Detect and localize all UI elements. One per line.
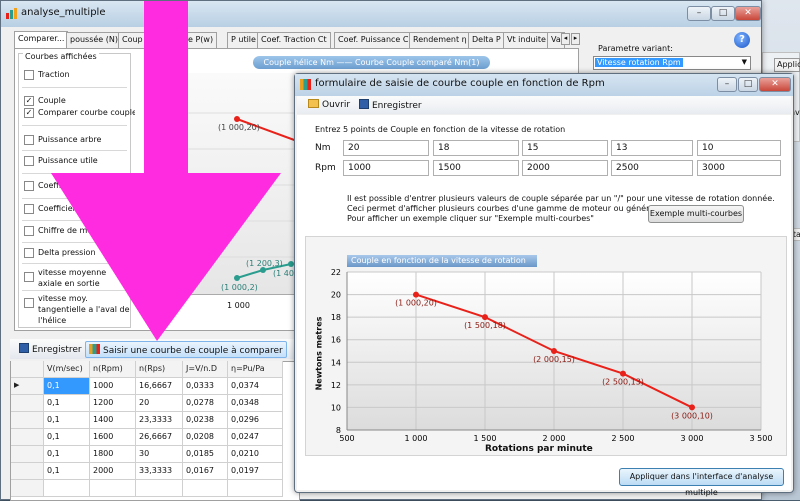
curve-entry-dialog: formulaire de saisie de courbe couple en…: [294, 73, 794, 497]
table-cell[interactable]: 0,0210: [228, 446, 283, 463]
arrow-head: [51, 173, 281, 341]
column-header[interactable]: n(Rps): [136, 361, 183, 378]
y-tick-label: 16: [331, 336, 341, 345]
table-cell[interactable]: 2000: [90, 463, 136, 480]
table-cell[interactable]: 0,0348: [228, 395, 283, 412]
table-cell[interactable]: 0,0278: [183, 395, 228, 412]
data-label: (3 000,10): [671, 411, 713, 420]
table-cell[interactable]: 0,0374: [228, 378, 283, 395]
column-header[interactable]: η=Pu/Pa: [228, 361, 283, 378]
table-cell[interactable]: 1400: [90, 412, 136, 429]
table-cell[interactable]: 0,0167: [183, 463, 228, 480]
x-tick-label: 1 000: [405, 434, 428, 443]
x-tick-label: 2 000: [543, 434, 566, 443]
arrow-annotation: [51, 1, 281, 341]
y-tick-label: 8: [336, 426, 341, 435]
tab-scroll-left[interactable]: ◂: [561, 33, 570, 45]
table-cell[interactable]: [183, 480, 228, 497]
param-select[interactable]: Vitesse rotation Rpm ▼: [593, 56, 751, 70]
help-icon[interactable]: ?: [734, 32, 750, 48]
x-tick-label: 3 000: [681, 434, 704, 443]
y-tick-label: 18: [331, 313, 341, 322]
table-cell[interactable]: 16,6667: [136, 378, 183, 395]
data-label: (1 000,20): [395, 299, 437, 308]
row-selector[interactable]: [11, 412, 44, 429]
table-cell[interactable]: 0,0333: [183, 378, 228, 395]
table-cell[interactable]: 0,0197: [228, 463, 283, 480]
y-tick-label: 12: [331, 381, 341, 390]
data-label: (2 500,13): [602, 378, 644, 387]
grid-corner: [11, 361, 44, 378]
table-cell[interactable]: 23,3333: [136, 412, 183, 429]
table-cell[interactable]: 0,1: [44, 378, 90, 395]
table-cell[interactable]: 0,1: [44, 412, 90, 429]
y-axis-label: Newtons metres: [314, 316, 324, 391]
column-header[interactable]: V(m/sec): [44, 361, 90, 378]
table-cell[interactable]: 0,1: [44, 395, 90, 412]
table-cell[interactable]: 0,0208: [183, 429, 228, 446]
close-button[interactable]: ✕: [735, 6, 761, 21]
row-selector[interactable]: ▶: [11, 378, 44, 395]
table-cell[interactable]: 20: [136, 395, 183, 412]
save-label: Enregistrer: [32, 345, 82, 355]
data-label: (2 000,15): [533, 355, 575, 364]
chart-svg: 500 1 000 1 500 2 000 2 500 3 000 3 500 8 10 12 14…: [331, 268, 773, 443]
table-cell[interactable]: 26,6667: [136, 429, 183, 446]
row-selector[interactable]: [11, 463, 44, 480]
x-tick-label: 1 500: [474, 434, 497, 443]
column-header[interactable]: J=V/n.D: [183, 361, 228, 378]
minimize-button[interactable]: –: [687, 6, 711, 21]
y-tick-label: 10: [331, 403, 341, 412]
row-selector[interactable]: [11, 446, 44, 463]
table-cell[interactable]: 1200: [90, 395, 136, 412]
param-select-value: Vitesse rotation Rpm: [595, 58, 683, 67]
param-label: Parametre variant:: [598, 44, 673, 53]
data-point: [551, 348, 557, 354]
tab-vt-induite[interactable]: Vt induite: [503, 32, 550, 48]
tab-delta-p[interactable]: Delta P: [468, 32, 505, 48]
x-axis-label: Rotations par minute: [485, 444, 593, 454]
tab-coef-puissance[interactable]: Coef. Puissance Cp: [334, 32, 418, 48]
table-cell[interactable]: 0,0238: [183, 412, 228, 429]
table-cell[interactable]: 0,1: [44, 446, 90, 463]
x-tick-label: 3 500: [750, 434, 773, 443]
data-point: [689, 404, 695, 411]
table-cell[interactable]: 33,3333: [136, 463, 183, 480]
data-point: [413, 291, 419, 298]
data-point: [620, 370, 626, 377]
y-tick-label: 22: [331, 268, 341, 277]
enter-curve-label: Saisir une courbe de couple à comparer: [103, 346, 283, 356]
y-tick-label: 14: [331, 358, 341, 367]
x-tick-label: 2 500: [612, 434, 635, 443]
maximize-button[interactable]: □: [711, 6, 735, 21]
table-cell[interactable]: [136, 480, 183, 497]
table-cell[interactable]: 1800: [90, 446, 136, 463]
table-cell[interactable]: 1000: [90, 378, 136, 395]
chevron-down-icon: ▼: [741, 58, 747, 66]
table-cell[interactable]: [44, 480, 90, 497]
tab-rendement[interactable]: Rendement η: [409, 32, 471, 48]
table-cell[interactable]: 0,0185: [183, 446, 228, 463]
x-tick-label: 500: [339, 434, 354, 443]
y-tick-label: 20: [331, 291, 341, 300]
table-cell[interactable]: 0,0247: [228, 429, 283, 446]
row-selector[interactable]: [11, 429, 44, 446]
table-cell[interactable]: [90, 480, 136, 497]
table-cell[interactable]: 0,0296: [228, 412, 283, 429]
table-cell[interactable]: 1600: [90, 429, 136, 446]
data-label: (1 500,18): [464, 321, 506, 330]
column-header[interactable]: n(Rpm): [90, 361, 136, 378]
table-cell[interactable]: 0,1: [44, 429, 90, 446]
table-cell[interactable]: 0,1: [44, 463, 90, 480]
tab-scroll-right[interactable]: ▸: [571, 33, 580, 45]
row-selector[interactable]: [11, 395, 44, 412]
table-cell[interactable]: [228, 480, 283, 497]
table-cell[interactable]: 30: [136, 446, 183, 463]
side-apply-button[interactable]: Applic: [774, 58, 800, 72]
apply-button[interactable]: Appliquer dans l'interface d'analyse mul…: [619, 468, 784, 497]
data-point: [482, 314, 488, 321]
row-selector[interactable]: [11, 480, 44, 497]
